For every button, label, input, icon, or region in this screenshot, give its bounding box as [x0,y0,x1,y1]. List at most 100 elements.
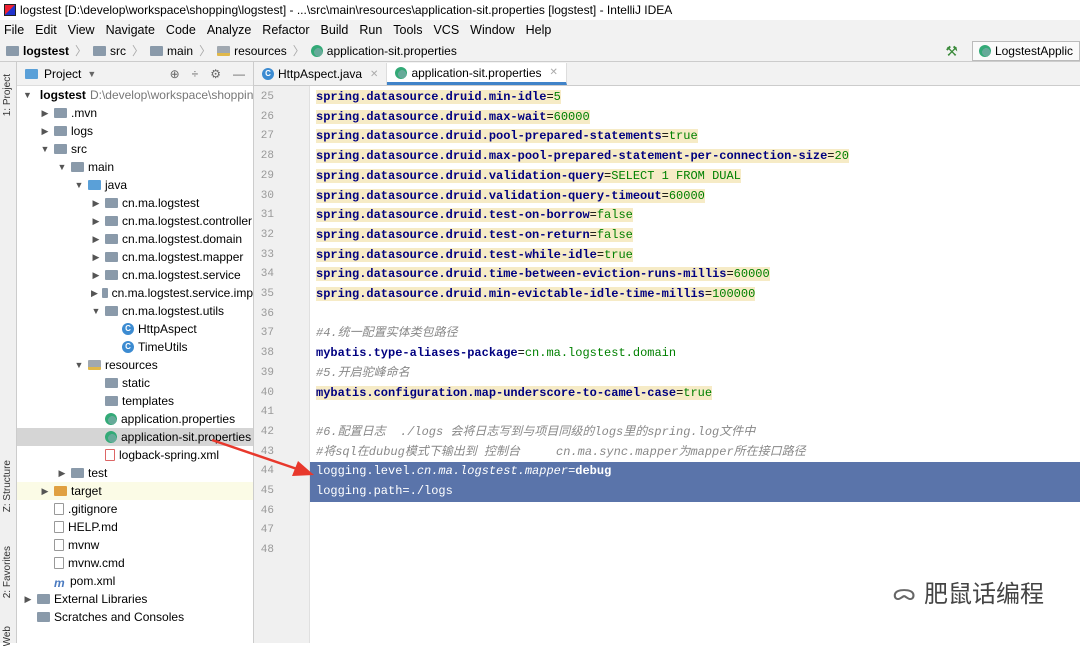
code-line[interactable] [310,305,316,325]
tree-item[interactable]: ▶ target [17,482,253,500]
chevron-down-icon[interactable]: ▼ [57,162,67,172]
tree-item[interactable]: ▶ cn.ma.logstest.service.imp [17,284,253,302]
code-line[interactable]: mybatis.type-aliases-package=cn.ma.logst… [310,344,676,364]
code-line[interactable]: #4.统一配置实体类包路径 [310,324,458,344]
tool-tab-favorites[interactable]: 2: Favorites [2,546,13,598]
chevron-right-icon[interactable]: ▶ [40,126,50,137]
breadcrumb-item[interactable]: logstest [6,44,69,58]
code-line[interactable]: spring.datasource.druid.validation-query… [310,167,741,187]
tree-item[interactable]: m pom.xml [17,572,253,590]
code-line[interactable] [310,541,316,561]
breadcrumb-item[interactable]: src [93,44,126,58]
chevron-down-icon[interactable]: ▼ [40,144,50,154]
code-line[interactable]: #将sql在dubug模式下输出到 控制台 cn.ma.sync.mapper为… [310,443,806,463]
code-line[interactable]: spring.datasource.druid.test-while-idle=… [310,246,633,266]
code-line[interactable]: logging.path=./logs [310,482,1080,502]
chevron-right-icon[interactable]: ▶ [23,594,33,605]
tree-item[interactable]: application-sit.properties [17,428,253,446]
code-line[interactable]: spring.datasource.druid.min-evictable-id… [310,285,756,305]
tree-item[interactable]: static [17,374,253,392]
tree-item[interactable]: ▶ cn.ma.logstest [17,194,253,212]
chevron-down-icon[interactable]: ▼ [23,90,32,100]
tree-item[interactable]: ▶ cn.ma.logstest.controller [17,212,253,230]
code-line[interactable] [310,502,316,522]
run-config-select[interactable]: LogstestApplic [971,41,1080,61]
breadcrumb-item[interactable]: resources [217,44,287,58]
chevron-down-icon[interactable]: ▼ [87,69,96,79]
menu-run[interactable]: Run [359,23,382,37]
tree-item[interactable]: ▶ logs [17,122,253,140]
collapse-icon[interactable]: ÷ [192,67,199,81]
code-line[interactable]: logging.level.cn.ma.logstest.mapper=debu… [310,462,1080,482]
menu-vcs[interactable]: VCS [433,23,459,37]
code-line[interactable]: spring.datasource.druid.max-pool-prepare… [310,147,849,167]
chevron-down-icon[interactable]: ▼ [74,180,84,190]
gear-icon[interactable]: ⚙ [210,67,221,81]
tree-item[interactable]: ▶ cn.ma.logstest.domain [17,230,253,248]
menu-code[interactable]: Code [166,23,196,37]
tree-item[interactable]: ▼ src [17,140,253,158]
tree-item[interactable]: ▼ logstest D:\develop\workspace\shoppin [17,86,253,104]
menu-window[interactable]: Window [470,23,514,37]
locate-icon[interactable]: ⊕ [170,67,180,81]
code-line[interactable]: spring.datasource.druid.min-idle=5 [310,88,561,108]
tree-item[interactable]: mvnw [17,536,253,554]
tool-tab-project[interactable]: 1: Project [2,74,13,116]
minimize-icon[interactable]: — [233,67,245,81]
tree-item[interactable]: mvnw.cmd [17,554,253,572]
tree-item[interactable]: HELP.md [17,518,253,536]
chevron-right-icon[interactable]: ▶ [91,288,98,299]
menu-file[interactable]: File [4,23,24,37]
chevron-right-icon[interactable]: ▶ [91,198,101,209]
chevron-down-icon[interactable]: ▼ [74,360,84,370]
code-line[interactable] [310,403,316,423]
tree-item[interactable]: ▼ cn.ma.logstest.utils [17,302,253,320]
menu-build[interactable]: Build [321,23,349,37]
menu-view[interactable]: View [68,23,95,37]
tree-item[interactable]: ▼ java [17,176,253,194]
build-hammer-icon[interactable]: ⚒ [945,43,958,60]
tree-item[interactable]: C HttpAspect [17,320,253,338]
breadcrumb-item[interactable]: main [150,44,193,58]
menu-tools[interactable]: Tools [393,23,422,37]
code-line[interactable]: spring.datasource.druid.time-between-evi… [310,265,770,285]
chevron-down-icon[interactable]: ▼ [91,306,101,316]
chevron-right-icon[interactable]: ▶ [91,270,101,281]
tree-item[interactable]: application.properties [17,410,253,428]
menu-edit[interactable]: Edit [35,23,57,37]
menu-analyze[interactable]: Analyze [207,23,251,37]
code-line[interactable]: spring.datasource.druid.pool-prepared-st… [310,127,698,147]
breadcrumb-item[interactable]: application-sit.properties [310,44,457,58]
code-line[interactable]: spring.datasource.druid.test-on-borrow=f… [310,206,633,226]
tab-httpaspect-java[interactable]: C HttpAspect.java ✕ [254,63,388,85]
tree-item[interactable]: Scratches and Consoles [17,608,253,626]
chevron-right-icon[interactable]: ▶ [91,234,101,245]
chevron-right-icon[interactable]: ▶ [40,108,50,119]
tree-item[interactable]: ▶ cn.ma.logstest.service [17,266,253,284]
chevron-right-icon[interactable]: ▶ [57,468,67,479]
tree-item[interactable]: ▼ main [17,158,253,176]
tool-tab-web[interactable]: Web [2,626,13,646]
code-line[interactable]: #6.配置日志 ./logs 会将日志写到与项目同级的logs里的spring.… [310,423,755,443]
code-line[interactable]: mybatis.configuration.map-underscore-to-… [310,384,713,404]
tree-item[interactable]: ▼ resources [17,356,253,374]
code-line[interactable]: spring.datasource.druid.max-wait=60000 [310,108,590,128]
tree-item[interactable]: C TimeUtils [17,338,253,356]
code-line[interactable]: #5.开启驼峰命名 [310,364,410,384]
tree-item[interactable]: ▶ .mvn [17,104,253,122]
tool-tab-structure[interactable]: Z: Structure [2,460,13,512]
tree-item[interactable]: templates [17,392,253,410]
code-line[interactable]: spring.datasource.druid.test-on-return=f… [310,226,633,246]
tree-item[interactable]: .gitignore [17,500,253,518]
chevron-right-icon[interactable]: ▶ [40,486,50,497]
menu-help[interactable]: Help [526,23,552,37]
tab-application-sit-properties[interactable]: application-sit.properties ✕ [387,63,567,85]
tree-item[interactable]: logback-spring.xml [17,446,253,464]
menu-navigate[interactable]: Navigate [106,23,155,37]
menu-refactor[interactable]: Refactor [262,23,309,37]
chevron-right-icon[interactable]: ▶ [91,216,101,227]
close-icon[interactable]: ✕ [370,69,378,80]
chevron-right-icon[interactable]: ▶ [91,252,101,263]
tree-item[interactable]: ▶ test [17,464,253,482]
tree-item[interactable]: ▶ cn.ma.logstest.mapper [17,248,253,266]
